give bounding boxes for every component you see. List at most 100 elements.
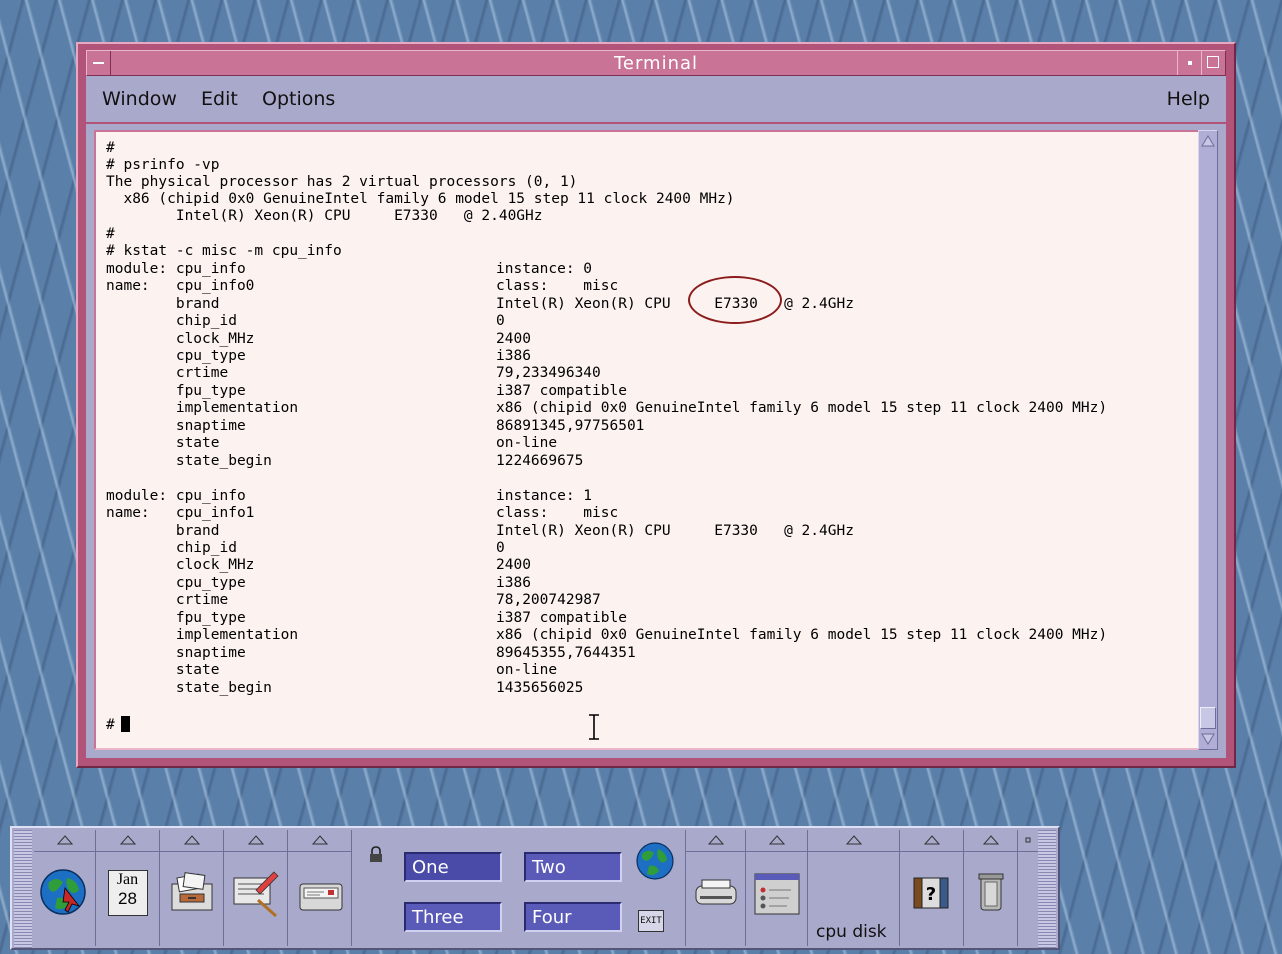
vertical-scrollbar[interactable] [1198,130,1218,750]
text-editor-icon[interactable] [230,866,282,918]
exit-button[interactable]: EXIT [638,910,664,932]
title-bar[interactable]: Terminal [86,50,1226,76]
kstat-label: snaptime [106,418,246,434]
annotation-circle [688,276,782,324]
kstat-label: state_begin [106,453,272,469]
panel-slot-minimize [1018,830,1038,946]
terminal-line: # kstat -c misc -m cpu_info [106,243,342,259]
subpanel-arrow-tab[interactable] [96,830,159,852]
help-books-icon[interactable]: ? [906,866,958,918]
kstat-value: x86 (chipid 0x0 GenuineIntel family 6 mo… [496,627,1108,643]
terminal-window: Terminal Window Edit Options Help # # ps… [76,42,1236,768]
globe-pointer-icon[interactable] [39,866,91,918]
kstat-value: i387 compatible [496,383,627,399]
kstat-label: crtime [106,592,229,608]
kstat-value: 78,200742987 [496,592,601,608]
panel-slot-globe [34,830,96,946]
kstat-label: cpu_type [106,575,246,591]
kstat-value: i386 [496,575,531,591]
workspace-four-button[interactable]: Four [524,902,622,932]
kstat-label: crtime [106,365,229,381]
kstat-label: chip_id [106,313,237,329]
window-title: Terminal [613,53,699,74]
panel-handle-left[interactable] [14,830,32,948]
file-drawer-icon[interactable] [166,866,218,918]
workspace-three-button[interactable]: Three [404,902,502,932]
subpanel-arrow-icon [982,835,999,845]
kstat-label: fpu_type [106,383,246,399]
subpanel-arrow-tab[interactable] [900,830,963,852]
menu-help[interactable]: Help [1167,88,1210,110]
kstat-value: x86 (chipid 0x0 GenuineIntel family 6 mo… [496,400,1108,416]
subpanel-arrow-icon [119,835,136,845]
kstat-label: state [106,662,220,678]
workspace-two-button[interactable]: Two [524,852,622,882]
kstat-label: snaptime [106,645,246,661]
calendar-month: Jan [116,871,139,888]
kstat-value: Intel(R) Xeon(R) CPU E7330 @ 2.4GHz [496,296,854,312]
kstat-value: 2400 [496,557,531,573]
kstat-value: 79,233496340 [496,365,601,381]
panel-slot-files [160,830,224,946]
kstat-value: Intel(R) Xeon(R) CPU E7330 @ 2.4GHz [496,523,854,539]
kstat-value: 86891345,97756501 [496,418,645,434]
calendar-day: 28 [118,889,137,908]
subpanel-arrow-icon [311,835,328,845]
kstat-value: 89645355,7644351 [496,645,636,661]
kstat-value: 0 [496,313,505,329]
subpanel-arrow-tab[interactable] [746,830,807,852]
subpanel-arrow-tab[interactable] [34,830,95,852]
menu-edit[interactable]: Edit [201,88,238,110]
scroll-thumb[interactable] [1200,707,1216,729]
panel-minimize-tab[interactable] [1018,830,1038,852]
kstat-label: module: cpu_info [106,261,246,277]
minimize-button[interactable] [1177,51,1201,75]
subpanel-arrow-tab[interactable] [160,830,223,852]
trash-can-icon[interactable] [965,866,1017,918]
subpanel-arrow-tab[interactable] [288,830,351,852]
lock-icon[interactable] [368,846,384,864]
scroll-down-icon[interactable] [1200,731,1216,747]
kstat-label: brand [106,296,220,312]
kstat-value: on-line [496,662,558,678]
svg-text:?: ? [925,884,935,905]
workspace-one-button[interactable]: One [404,852,502,882]
menu-options[interactable]: Options [262,88,335,110]
kstat-label: brand [106,523,220,539]
panel-handle-right[interactable] [1038,830,1056,948]
command-prompt[interactable]: # [106,716,130,734]
kstat-value: i387 compatible [496,610,627,626]
subpanel-arrow-icon [923,835,940,845]
terminal-line: # psrinfo -vp [106,157,220,173]
maximize-button[interactable] [1201,51,1225,75]
panel-slot-help: ? [900,830,964,946]
kstat-label: clock_MHz [106,557,255,573]
subpanel-arrow-tab[interactable] [224,830,287,852]
kstat-label: name: cpu_info0 [106,278,255,294]
text-cursor [120,716,130,732]
menu-window[interactable]: Window [102,88,177,110]
cpu-disk-label[interactable]: cpu disk [816,922,887,942]
kstat-value: i386 [496,348,531,364]
mail-icon[interactable] [294,866,346,918]
style-manager-icon[interactable] [751,866,803,918]
kstat-value: 1435656025 [496,680,584,696]
kstat-label: chip_id [106,540,237,556]
subpanel-arrow-icon [56,835,73,845]
printer-icon[interactable] [690,866,742,918]
kstat-label: state_begin [106,680,272,696]
terminal-line: x86 (chipid 0x0 GenuineIntel family 6 mo… [106,191,735,207]
globe-icon[interactable] [634,840,676,882]
subpanel-arrow-tab[interactable] [808,830,899,852]
subpanel-arrow-icon [768,835,785,845]
kstat-value: class: misc [496,505,619,521]
terminal-text-area[interactable]: # # psrinfo -vp The physical processor h… [94,130,1200,750]
kstat-label: clock_MHz [106,331,255,347]
kstat-value: class: misc [496,278,619,294]
subpanel-arrow-tab[interactable] [964,830,1017,852]
terminal-line: Intel(R) Xeon(R) CPU E7330 @ 2.40GHz [106,208,543,224]
scroll-up-icon[interactable] [1200,133,1216,149]
subpanel-arrow-tab[interactable] [686,830,745,852]
terminal-line: # [106,140,115,156]
calendar-icon[interactable]: Jan 28 [107,870,148,916]
